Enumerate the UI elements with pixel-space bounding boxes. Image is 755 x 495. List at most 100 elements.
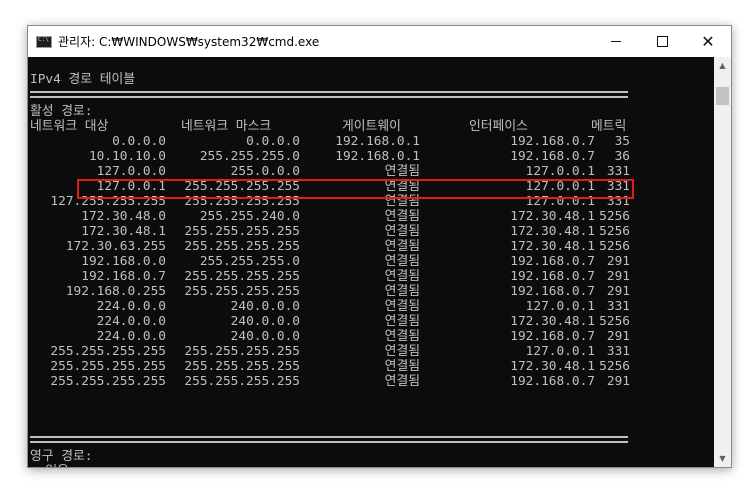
close-button[interactable]: ✕	[685, 26, 731, 57]
route-mask: 240.0.0.0	[230, 299, 300, 314]
route-gateway: 연결됨	[384, 329, 420, 344]
table-row: 127.0.0.0 255.0.0.0 연결됨 127.0.0.1 331	[28, 164, 713, 179]
route-dest: 255.255.255.255	[50, 344, 166, 359]
header-metric: 메트릭	[591, 119, 627, 134]
route-mask: 255.255.255.255	[184, 284, 300, 299]
header-mask: 네트워크 마스크	[181, 119, 272, 134]
route-mask: 255.255.255.255	[184, 374, 300, 389]
header-interface: 인터페이스	[469, 119, 528, 134]
cmd-icon[interactable]	[36, 35, 52, 48]
route-iface: 192.168.0.7	[510, 284, 595, 299]
table-heading: IPv4 경로 테이블	[30, 72, 136, 87]
route-mask: 255.255.255.255	[184, 344, 300, 359]
table-row: 172.30.48.1 255.255.255.255 연결됨 172.30.48.1…	[28, 224, 713, 239]
route-mask: 255.255.255.255	[184, 239, 300, 254]
table-row: 192.168.0.7 255.255.255.255 연결됨 192.168.0.7…	[28, 269, 713, 284]
route-gateway: 연결됨	[384, 284, 420, 299]
table-row: 255.255.255.255 255.255.255.255 연결됨 127.0.0…	[28, 344, 713, 359]
route-gateway: 192.168.0.1	[335, 149, 420, 164]
route-iface: 127.0.0.1	[525, 299, 595, 314]
route-dest: 10.10.10.0	[88, 149, 166, 164]
highlight-box	[77, 179, 634, 199]
route-dest: 172.30.63.255	[65, 239, 166, 254]
route-metric: 291	[606, 269, 630, 284]
route-iface: 192.168.0.7	[510, 329, 595, 344]
route-dest: 172.30.48.1	[81, 224, 166, 239]
route-gateway: 192.168.0.1	[335, 134, 420, 149]
route-gateway: 연결됨	[384, 254, 420, 269]
title-bar[interactable]: 관리자: C:₩WINDOWS₩system32₩cmd.exe ✕	[28, 26, 731, 57]
table-row: 192.168.0.255 255.255.255.255 연결됨 192.168.0…	[28, 284, 713, 299]
route-metric: 291	[606, 284, 630, 299]
cmd-window: 관리자: C:₩WINDOWS₩system32₩cmd.exe ✕ IPv4 …	[27, 25, 732, 468]
table-row: 0.0.0.0 0.0.0.0 192.168.0.1 192.168.0.7 35	[28, 134, 713, 149]
route-mask: 0.0.0.0	[246, 134, 300, 149]
route-dest: 255.255.255.255	[50, 374, 166, 389]
route-gateway: 연결됨	[384, 374, 420, 389]
route-mask: 255.255.255.255	[184, 224, 300, 239]
route-iface: 172.30.48.1	[510, 209, 595, 224]
route-iface: 192.168.0.7	[510, 374, 595, 389]
route-gateway: 연결됨	[384, 344, 420, 359]
route-dest: 192.168.0.255	[65, 284, 166, 299]
header-gateway: 게이트웨이	[342, 119, 401, 134]
route-iface: 127.0.0.1	[525, 164, 595, 179]
vertical-scrollbar[interactable]: ▲ ▼	[714, 57, 731, 467]
header-dest: 네트워크 대상	[30, 119, 109, 134]
route-metric: 331	[606, 164, 630, 179]
route-mask: 255.255.255.255	[184, 359, 300, 374]
separator-rule	[30, 91, 628, 98]
route-metric: 5256	[599, 209, 630, 224]
route-dest: 224.0.0.0	[96, 329, 166, 344]
route-dest: 224.0.0.0	[96, 314, 166, 329]
route-metric: 331	[606, 344, 630, 359]
route-iface: 192.168.0.7	[510, 149, 595, 164]
route-iface: 192.168.0.7	[510, 134, 595, 149]
route-metric: 5256	[599, 359, 630, 374]
route-metric: 5256	[599, 239, 630, 254]
table-row: 255.255.255.255 255.255.255.255 연결됨 192.168…	[28, 374, 713, 389]
route-gateway: 연결됨	[384, 359, 420, 374]
maximize-icon	[656, 36, 668, 47]
scroll-thumb[interactable]	[716, 87, 729, 105]
table-row: 255.255.255.255 255.255.255.255 연결됨 172.30.…	[28, 359, 713, 374]
route-mask: 240.0.0.0	[230, 329, 300, 344]
caption-buttons: ✕	[593, 26, 731, 57]
table-row: 172.30.63.255 255.255.255.255 연결됨 172.30.48…	[28, 239, 713, 254]
route-metric: 331	[606, 299, 630, 314]
minimize-icon	[611, 41, 621, 42]
route-dest: 224.0.0.0	[96, 299, 166, 314]
route-iface: 172.30.48.1	[510, 359, 595, 374]
minimize-button[interactable]	[593, 26, 639, 57]
console-output[interactable]: IPv4 경로 테이블 활성 경로: 네트워크 대상 네트워크 마스크 게이트웨…	[28, 57, 713, 467]
scroll-down-arrow-icon[interactable]: ▼	[714, 450, 731, 467]
route-metric: 36	[614, 149, 630, 164]
table-row: 192.168.0.0 255.255.255.0 연결됨 192.168.0.7 29…	[28, 254, 713, 269]
table-row: 224.0.0.0 240.0.0.0 연결됨 127.0.0.1 331	[28, 299, 713, 314]
route-iface: 172.30.48.1	[510, 314, 595, 329]
route-gateway: 연결됨	[384, 269, 420, 284]
route-iface: 172.30.48.1	[510, 224, 595, 239]
scroll-up-arrow-icon[interactable]: ▲	[714, 57, 731, 74]
route-metric: 5256	[599, 314, 630, 329]
route-metric: 35	[614, 134, 630, 149]
route-gateway: 연결됨	[384, 239, 420, 254]
route-mask: 255.255.255.255	[184, 269, 300, 284]
route-dest: 255.255.255.255	[50, 359, 166, 374]
route-metric: 291	[606, 374, 630, 389]
route-mask: 255.0.0.0	[230, 164, 300, 179]
route-metric: 291	[606, 254, 630, 269]
route-iface: 192.168.0.7	[510, 254, 595, 269]
window-title: 관리자: C:₩WINDOWS₩system32₩cmd.exe	[58, 35, 320, 49]
maximize-button[interactable]	[639, 26, 685, 57]
persistent-routes-label: 영구 경로:	[30, 449, 93, 464]
route-dest: 192.168.0.0	[81, 254, 166, 269]
table-row: 224.0.0.0 240.0.0.0 연결됨 172.30.48.1 5256	[28, 314, 713, 329]
route-mask: 255.255.255.0	[199, 254, 300, 269]
route-gateway: 연결됨	[384, 164, 420, 179]
route-gateway: 연결됨	[384, 209, 420, 224]
route-dest: 0.0.0.0	[112, 134, 166, 149]
route-dest: 192.168.0.7	[81, 269, 166, 284]
route-mask: 240.0.0.0	[230, 314, 300, 329]
persistent-routes-value: 없음	[28, 464, 713, 467]
